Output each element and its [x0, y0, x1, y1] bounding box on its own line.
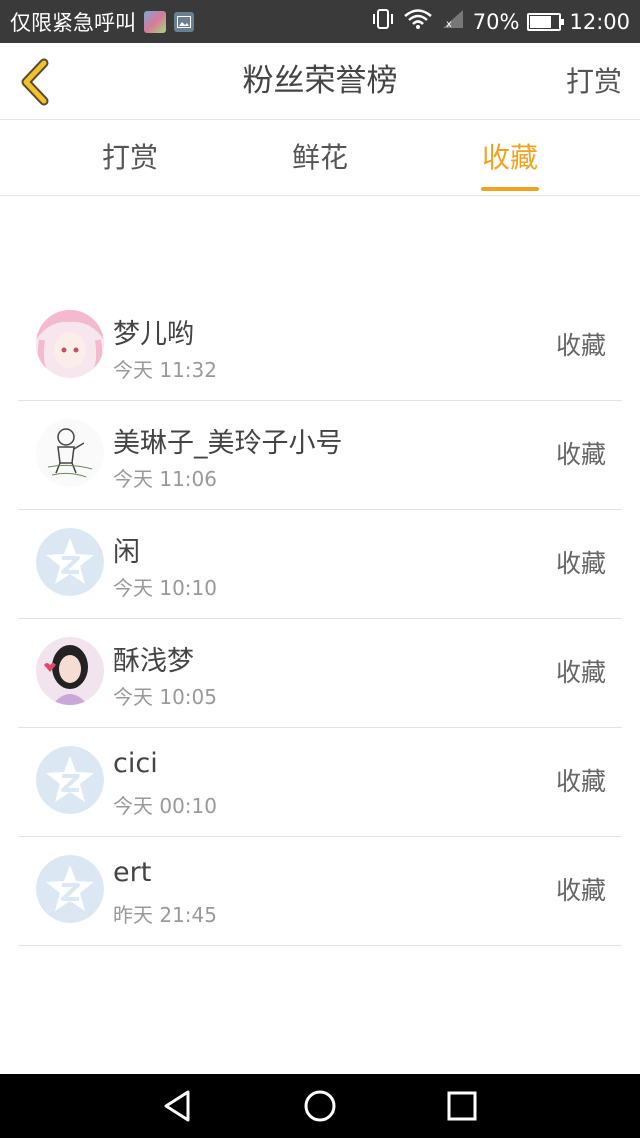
signal-icon: x [441, 8, 465, 35]
action-label: 收藏 [555, 549, 606, 578]
tab-favorites[interactable]: 收藏 [450, 120, 570, 196]
action-label: 收藏 [555, 331, 606, 360]
user-name: 梦儿哟 [113, 319, 194, 350]
user-name: 酥浅梦 [113, 646, 194, 677]
circle-home-icon [304, 1090, 336, 1122]
user-name: 美琳子_美玲子小号 [113, 428, 343, 459]
timestamp: 昨天 21:45 [113, 903, 217, 927]
user-name: 闲 [113, 537, 140, 568]
tab-reward[interactable]: 打赏 [70, 120, 190, 196]
square-recents-icon [447, 1091, 477, 1121]
timestamp: 今天 11:06 [113, 467, 217, 491]
default-avatar-icon [36, 855, 104, 923]
svg-text:x: x [446, 19, 452, 30]
default-avatar-icon [36, 528, 104, 596]
tab-label: 收藏 [481, 141, 538, 174]
list-item[interactable]: 梦儿哟 今天 11:32 收藏 [18, 292, 622, 401]
list-item[interactable]: 闲 今天 10:10 收藏 [18, 510, 622, 619]
carrier-text: 仅限紧急呼叫 [10, 10, 136, 35]
wifi-icon [403, 8, 433, 35]
user-name: cici [113, 748, 158, 779]
user-name: ert [113, 857, 152, 888]
action-label: 收藏 [555, 876, 606, 905]
clock: 12:00 [569, 9, 630, 34]
avatar [36, 310, 104, 378]
battery-icon [527, 12, 565, 31]
image-notification-icon [174, 11, 194, 32]
avatar [36, 419, 104, 487]
notification-app-icon [144, 10, 166, 33]
system-recents-button[interactable] [442, 1086, 482, 1126]
action-label: 收藏 [555, 767, 606, 796]
default-avatar-icon [36, 746, 104, 814]
action-label: 收藏 [555, 440, 606, 469]
avatar [36, 637, 104, 705]
timestamp: 今天 11:32 [113, 358, 217, 382]
vibrate-icon [371, 8, 395, 35]
navigation-bar: 粉丝荣誉榜 打赏 [0, 43, 640, 120]
timestamp: 今天 00:10 [113, 794, 217, 818]
tab-flowers[interactable]: 鲜花 [260, 120, 380, 196]
list-item[interactable]: ert 昨天 21:45 收藏 [18, 837, 622, 946]
list-item[interactable]: cici 今天 00:10 收藏 [18, 728, 622, 837]
active-tab-indicator [481, 187, 539, 191]
timestamp: 今天 10:05 [113, 685, 217, 709]
page-title: 粉丝荣誉榜 [242, 63, 398, 99]
battery-percent: 70% [472, 9, 520, 34]
system-home-button[interactable] [300, 1086, 340, 1126]
tab-label: 鲜花 [291, 141, 348, 174]
timestamp: 今天 10:10 [113, 576, 217, 600]
action-label: 收藏 [555, 658, 606, 687]
tab-label: 打赏 [101, 141, 158, 174]
system-back-button[interactable] [158, 1086, 198, 1126]
list-item[interactable]: 酥浅梦 今天 10:05 收藏 [18, 619, 622, 728]
reward-button[interactable]: 打赏 [566, 43, 622, 120]
list-item[interactable]: 美琳子_美玲子小号 今天 11:06 收藏 [18, 401, 622, 510]
fan-list: 梦儿哟 今天 11:32 收藏 美琳子_美玲子小号 今天 11:06 收藏 闲 [18, 292, 622, 946]
system-navigation-bar [0, 1074, 640, 1138]
triangle-back-icon [164, 1090, 190, 1122]
tab-bar: 打赏 鲜花 收藏 [0, 120, 640, 196]
status-bar: 仅限紧急呼叫 x 70% 12:00 [0, 0, 640, 43]
